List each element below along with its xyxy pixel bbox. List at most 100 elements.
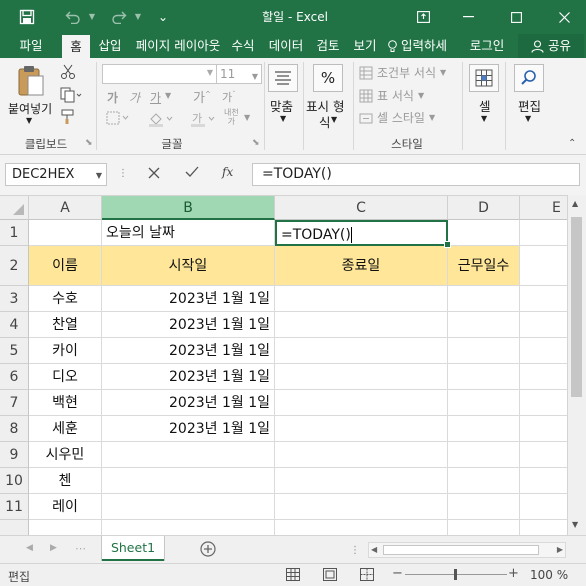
cell-b2[interactable]: 시작일 [102, 246, 275, 286]
editing-dropdown-icon[interactable]: ▼ [525, 114, 531, 123]
percent-icon[interactable]: % [313, 64, 343, 92]
name-box[interactable]: DEC2HEX ▼ [5, 163, 107, 186]
cell-a9[interactable]: 시우민 [29, 442, 102, 468]
cell-b11[interactable] [102, 494, 275, 520]
cell-e5[interactable] [520, 338, 567, 364]
sheet-tab-sheet1[interactable]: Sheet1 [102, 536, 164, 561]
cell-c9[interactable] [275, 442, 448, 468]
cell-e10[interactable] [520, 468, 567, 494]
row-header-12[interactable] [0, 520, 29, 535]
cell-b6[interactable]: 2023년 1월 1일 [102, 364, 275, 390]
decrease-font-icon[interactable]: 가ˇ [222, 89, 236, 105]
enter-icon[interactable] [185, 166, 199, 178]
cell-c5[interactable] [275, 338, 448, 364]
row-header-11[interactable]: 11 [0, 494, 29, 520]
paste-dropdown-icon[interactable]: ▼ [26, 116, 32, 125]
editing-label[interactable]: 편집 [518, 96, 541, 115]
cell-a5[interactable]: 카이 [29, 338, 102, 364]
cell-c7[interactable] [275, 390, 448, 416]
paste-icon[interactable] [16, 64, 46, 98]
customize-qat-icon[interactable]: ⌄ [154, 0, 172, 34]
cell-c4[interactable] [275, 312, 448, 338]
prev-sheet-icon[interactable]: ◀ [26, 543, 33, 553]
column-header-d[interactable]: D [448, 196, 520, 220]
paste-label[interactable]: 붙여넣기 [8, 100, 52, 117]
tab-split-grip-icon[interactable]: ⋮ [350, 545, 360, 556]
cell-e4[interactable] [520, 312, 567, 338]
tab-home[interactable]: 홈 [62, 35, 90, 58]
format-painter-icon[interactable] [60, 109, 76, 125]
cell-d1[interactable] [448, 220, 520, 246]
cell-a7[interactable]: 백현 [29, 390, 102, 416]
cell-a12[interactable] [29, 520, 102, 535]
tab-view[interactable]: 보기 [350, 34, 380, 58]
cell-b4[interactable]: 2023년 1월 1일 [102, 312, 275, 338]
tab-insert[interactable]: 삽입 [94, 34, 126, 58]
cell-c10[interactable] [275, 468, 448, 494]
increase-font-icon[interactable]: 가^ [193, 87, 211, 106]
cell-d7[interactable] [448, 390, 520, 416]
horizontal-scroll-thumb[interactable] [383, 545, 539, 555]
column-header-c[interactable]: C [275, 196, 448, 220]
cut-icon[interactable] [60, 64, 76, 80]
minimize-icon[interactable] [455, 0, 481, 34]
cancel-icon[interactable] [148, 167, 160, 179]
vertical-scrollbar[interactable]: ▲ ▼ [567, 195, 586, 535]
bold-icon[interactable]: 가 [107, 89, 118, 106]
close-icon[interactable] [551, 0, 577, 34]
row-header-7[interactable]: 7 [0, 390, 29, 416]
cell-e2[interactable] [520, 246, 567, 286]
cell-e8[interactable] [520, 416, 567, 442]
cell-c8[interactable] [275, 416, 448, 442]
tab-formulas[interactable]: 수식 [228, 34, 258, 58]
redo-dropdown-icon[interactable]: ▼ [132, 0, 144, 34]
vertical-scroll-thumb[interactable] [571, 217, 582, 397]
cell-c3[interactable] [275, 286, 448, 312]
cell-d5[interactable] [448, 338, 520, 364]
row-header-10[interactable]: 10 [0, 468, 29, 494]
cell-d3[interactable] [448, 286, 520, 312]
cell-a2[interactable]: 이름 [29, 246, 102, 286]
cell-a11[interactable]: 레이 [29, 494, 102, 520]
cell-e11[interactable] [520, 494, 567, 520]
cell-e6[interactable] [520, 364, 567, 390]
cell-b1[interactable]: 오늘의 날짜 [102, 220, 275, 246]
save-icon[interactable] [14, 0, 40, 34]
cell-a4[interactable]: 찬열 [29, 312, 102, 338]
share-button[interactable]: 공유 [518, 34, 584, 58]
scroll-up-icon[interactable]: ▲ [572, 199, 578, 208]
tell-me-box[interactable]: 입력하세 [388, 34, 462, 58]
sheet-list-icon[interactable]: ⋯ [75, 542, 86, 555]
table-format-button[interactable]: 표 서식 ▼ [359, 87, 424, 104]
formula-input[interactable]: =TODAY() [252, 163, 580, 186]
cell-e7[interactable] [520, 390, 567, 416]
cell-b3[interactable]: 2023년 1월 1일 [102, 286, 275, 312]
column-header-e[interactable]: E [520, 196, 567, 220]
row-header-8[interactable]: 8 [0, 416, 29, 442]
column-header-a[interactable]: A [29, 196, 102, 220]
font-color-icon[interactable]: 가 [190, 111, 216, 127]
cell-c1-active[interactable]: =TODAY() [275, 220, 448, 246]
column-header-b[interactable]: B [102, 196, 275, 220]
copy-icon[interactable] [60, 87, 82, 103]
cell-b12[interactable] [102, 520, 275, 535]
cell-b10[interactable] [102, 468, 275, 494]
tab-page-layout[interactable]: 페이지 레이아웃 [130, 34, 226, 58]
cell-d2[interactable]: 근무일수 [448, 246, 520, 286]
cell-a10[interactable]: 첸 [29, 468, 102, 494]
cell-d12[interactable] [448, 520, 520, 535]
cell-a8[interactable]: 세훈 [29, 416, 102, 442]
font-size-select[interactable]: 11 ▼ [216, 64, 262, 84]
scroll-left-icon[interactable]: ◀ [371, 545, 377, 554]
worksheet-grid[interactable]: A B C D E 1 2 3 4 5 6 7 8 9 10 11 오늘의 날짜… [0, 195, 567, 535]
cell-a1[interactable] [29, 220, 102, 246]
undo-dropdown-icon[interactable]: ▼ [86, 0, 98, 34]
underline-icon[interactable]: 가 [150, 89, 161, 106]
row-header-1[interactable]: 1 [0, 220, 29, 246]
cell-b5[interactable]: 2023년 1월 1일 [102, 338, 275, 364]
zoom-out-icon[interactable]: − [392, 566, 403, 581]
new-sheet-icon[interactable] [199, 540, 217, 558]
formula-bar-grip-icon[interactable]: ⋮ [118, 168, 128, 179]
cell-a6[interactable]: 디오 [29, 364, 102, 390]
cell-d6[interactable] [448, 364, 520, 390]
